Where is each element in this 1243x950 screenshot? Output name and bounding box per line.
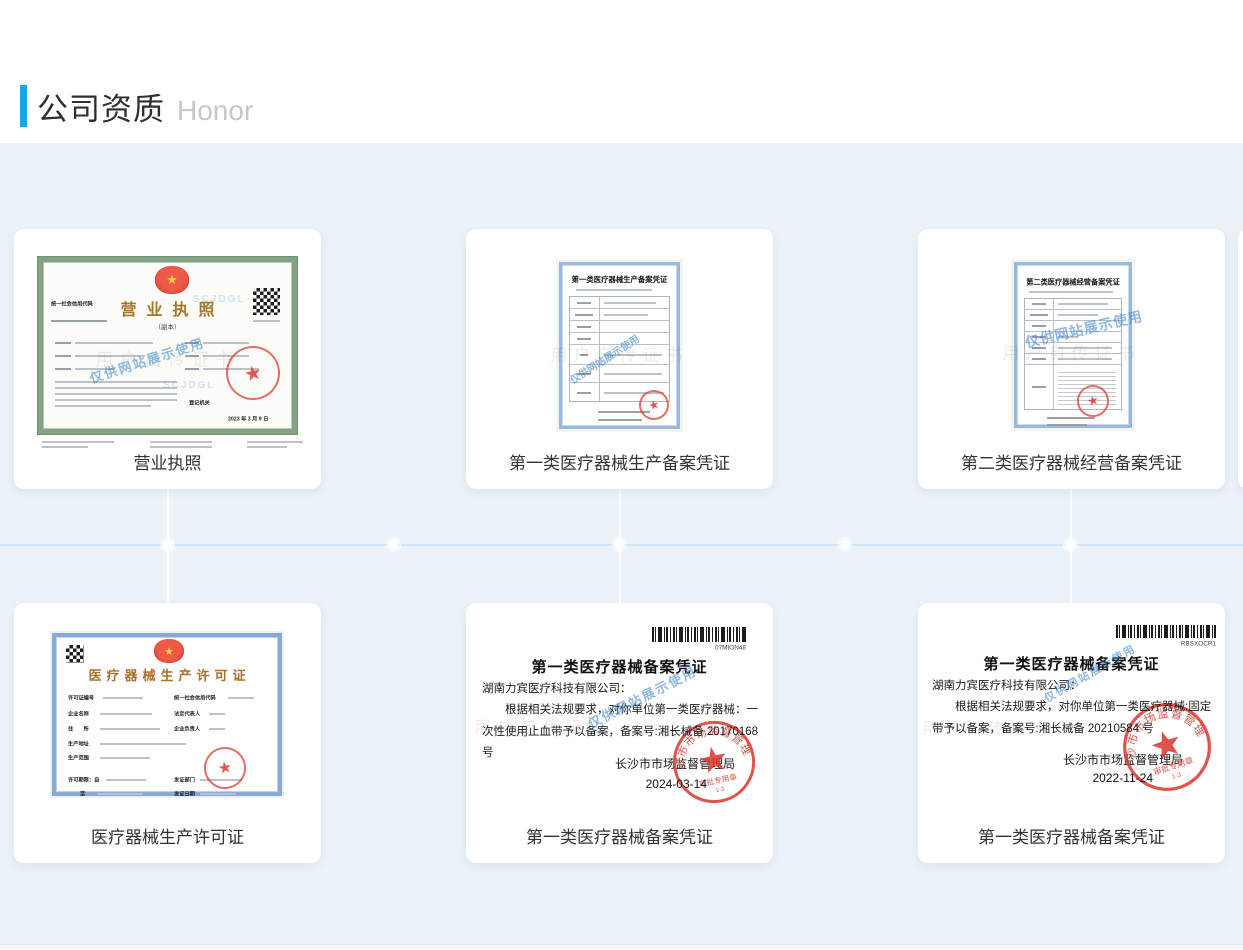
cert-title: 医疗器械生产许可证 <box>56 665 278 684</box>
issuer-label: 登记机关 <box>189 399 210 407</box>
certificate-card-class1-filing-b[interactable]: RBSXOCR1 第一类医疗器械备案凭证 湖南力宾医疗科技有限公司： 根据相关法… <box>918 603 1225 863</box>
issue-date: 2023 年 3 月 9 日 <box>228 415 268 423</box>
page-subtitle: Honor <box>177 95 253 127</box>
accent-bar <box>20 85 27 127</box>
cert-addressee: 湖南力宾医疗科技有限公司： <box>932 676 1213 697</box>
cert-subtitle: （副本） <box>78 322 257 331</box>
business-license-image: ★ 统一社会信用代码 营业执照 （副本） 登记机关 ★ 2023 年 3 月 9… <box>38 257 297 434</box>
barcode-code: RBSXOCR1 <box>1136 640 1216 647</box>
seal-number: 1-3 <box>1171 771 1182 781</box>
timeline-dot <box>389 540 398 549</box>
filing-certificate-image: 第二类医疗器械经营备案凭证 ★ <box>1014 262 1132 428</box>
page: 公司资质 Honor ★ 统一社会信用代码 营业执照 （副本） <box>0 0 1243 950</box>
certificate-card-class2-operation-filing[interactable]: 第二类医疗器械经营备案凭证 ★ 仅供网站展示使用 用户自传证书 第二类医疗器械经… <box>918 229 1225 489</box>
certificate-card-peek[interactable] <box>1238 229 1243 489</box>
certificate-label: 第一类医疗器械备案凭证 <box>466 823 773 848</box>
field-label: 至 <box>80 790 85 798</box>
section-header: 公司资质 Honor <box>0 0 1243 143</box>
qr-code <box>253 288 280 315</box>
issue-date: 2024-03-14 <box>646 777 707 791</box>
certificate-label: 第一类医疗器械生产备案凭证 <box>466 449 773 474</box>
national-emblem-icon: ★ <box>154 639 184 663</box>
cert-body: 湖南力宾医疗科技有限公司： 根据相关法规要求，对你单位第一类医疗器械：一次性使用… <box>482 679 759 764</box>
field-label: 住 所 <box>68 725 89 733</box>
qr-code <box>66 645 84 663</box>
timeline-dot <box>163 540 172 549</box>
timeline-dot <box>1066 540 1075 549</box>
official-seal: ★ <box>221 341 285 405</box>
field-label: 许可证编号 <box>68 694 94 702</box>
page-title: 公司资质 <box>37 84 165 129</box>
watermark-code: SCJDGL <box>193 294 246 305</box>
barcode <box>1116 625 1216 638</box>
certificate-label: 营业执照 <box>14 449 321 474</box>
certificate-label: 第一类医疗器械备案凭证 <box>918 823 1225 848</box>
field-label: 统一社会信用代码 <box>174 694 216 702</box>
national-emblem-icon: ★ <box>155 266 189 294</box>
certificate-label: 第二类医疗器械经营备案凭证 <box>918 449 1225 474</box>
barcode <box>652 627 746 642</box>
cert-title: 第一类医疗器械备案凭证 <box>918 653 1225 674</box>
field-label: 生产范围 <box>68 754 89 762</box>
timeline-dot <box>615 540 624 549</box>
barcode-code: 07MION48 <box>671 644 746 651</box>
cert-title: 第一类医疗器械生产备案凭证 <box>567 274 673 284</box>
cert-statement: 根据相关法规要求，对你单位第一类医疗器械:固定带予以备案，备案号:湘长械备 20… <box>932 697 1213 740</box>
cert-title: 第二类医疗器械经营备案凭证 <box>1023 278 1124 288</box>
section-bottom-strip <box>0 944 1243 950</box>
certificate-card-production-license[interactable]: ★ 医疗器械生产许可证 许可证编号 统一社会信用代码 企业名称 法定代表人 住 … <box>14 603 321 863</box>
certificate-card-class1-production-filing[interactable]: 第一类医疗器械生产备案凭证 ★ 仅供网站展示使用 用户自传证书 第一类医疗器械生… <box>466 229 773 489</box>
cert-table <box>569 296 670 402</box>
cert-addressee: 湖南力宾医疗科技有限公司： <box>482 679 759 700</box>
production-license-image: ★ 医疗器械生产许可证 许可证编号 统一社会信用代码 企业名称 法定代表人 住 … <box>52 633 282 796</box>
cert-body: 湖南力宾医疗科技有限公司： 根据相关法规要求，对你单位第一类医疗器械:固定带予以… <box>932 676 1213 740</box>
timeline-dot <box>840 540 849 549</box>
certificate-label: 医疗器械生产许可证 <box>14 823 321 848</box>
cert-title: 第一类医疗器械备案凭证 <box>466 656 773 677</box>
field-label: 企业名称 <box>68 710 89 718</box>
field-label: 许可期限：自 <box>68 776 99 784</box>
certificate-card-class1-filing-a[interactable]: 07MION48 第一类医疗器械备案凭证 湖南力宾医疗科技有限公司： 根据相关法… <box>466 603 773 863</box>
field-label: 发证部门 <box>174 776 195 784</box>
business-scope-lines <box>55 381 177 407</box>
field-label: 企业负责人 <box>174 725 200 733</box>
filing-certificate-image: 第一类医疗器械生产备案凭证 ★ 仅供网站展示使用 <box>559 262 680 429</box>
field-label: 发证日期 <box>174 790 195 798</box>
field-label: 生产地址 <box>68 740 89 748</box>
field-label: 法定代表人 <box>174 710 200 718</box>
seal-number: 1-3 <box>715 786 725 794</box>
issue-date: 2022-11-24 <box>1093 771 1154 785</box>
watermark-code: SCJDGL <box>163 380 216 391</box>
section-titles: 公司资质 Honor <box>37 84 253 129</box>
certificate-card-business-license[interactable]: ★ 统一社会信用代码 营业执照 （副本） 登记机关 ★ 2023 年 3 月 9… <box>14 229 321 489</box>
cert-statement: 根据相关法规要求，对你单位第一类医疗器械：一次性使用止血带予以备案，备案号:湘长… <box>482 700 759 764</box>
license-footnotes <box>42 441 303 448</box>
watermark-blue: 仅供网站展示使用 <box>87 332 207 387</box>
